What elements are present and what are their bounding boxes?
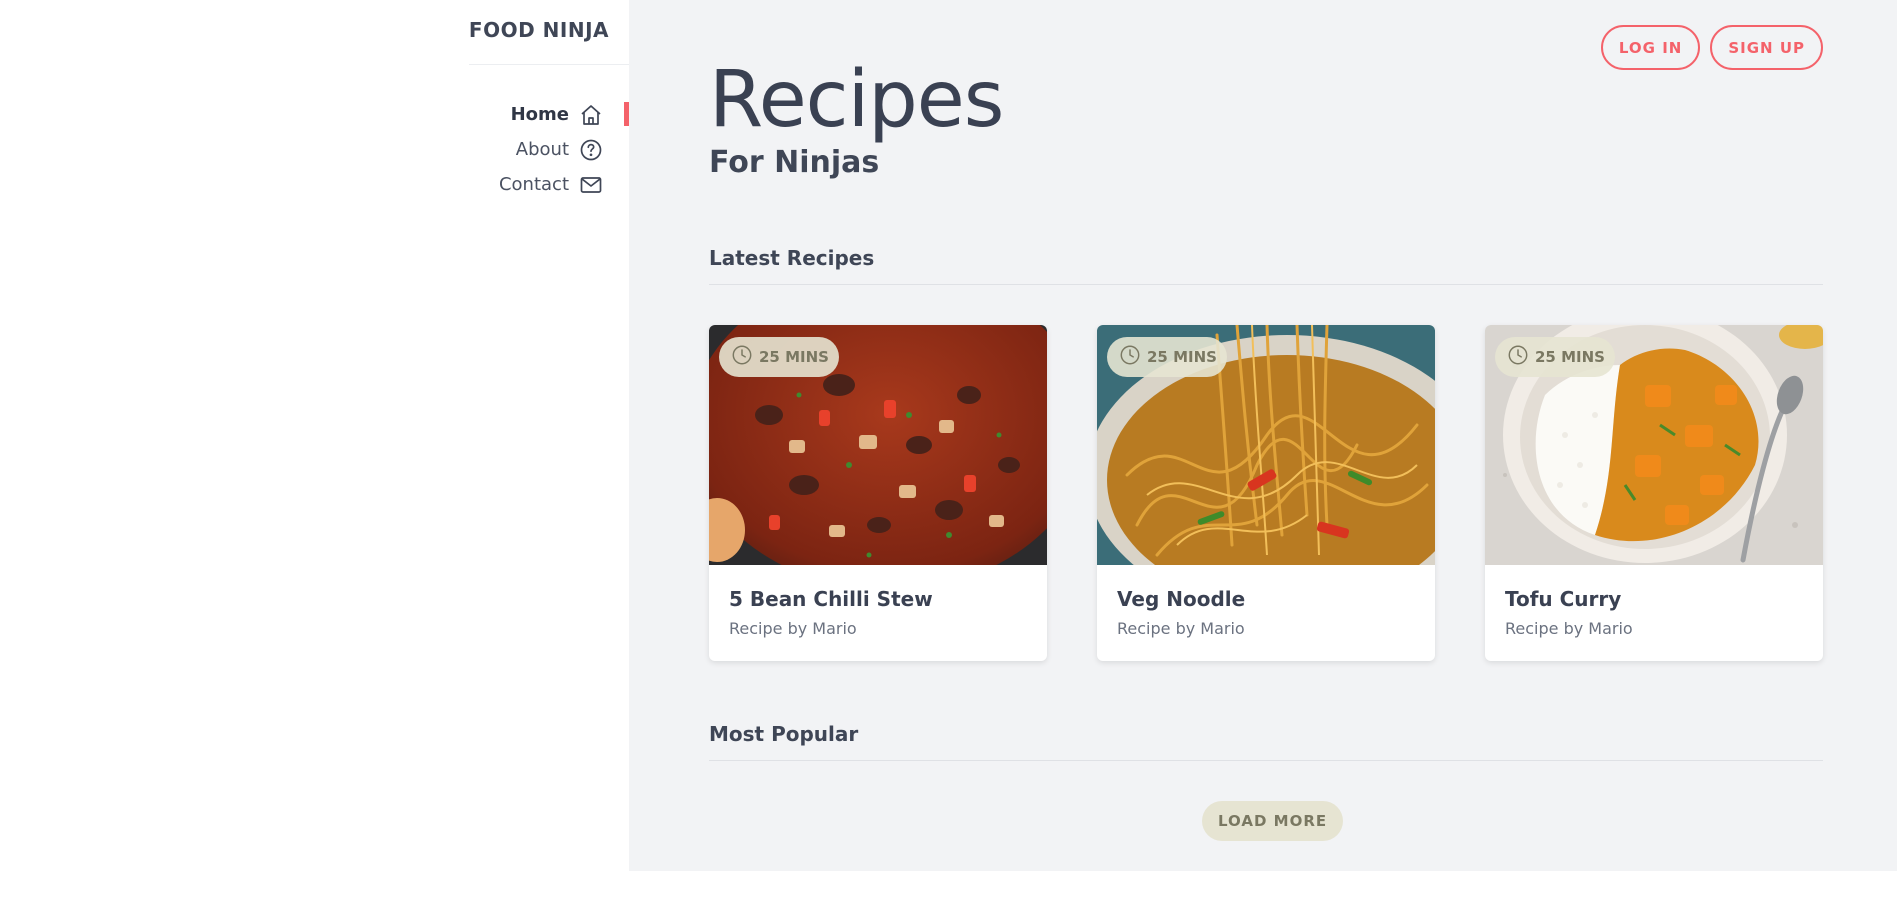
clock-icon [1507, 344, 1529, 370]
sidebar-item-label: Contact [498, 174, 569, 195]
recipe-cards: 25 MINS 5 Bean Chilli Stew Recipe by Mar… [709, 325, 1823, 661]
time-badge: 25 MINS [1107, 337, 1227, 377]
recipe-image-noodles: 25 MINS [1097, 325, 1435, 565]
section-divider [709, 284, 1823, 285]
help-circle-icon [579, 138, 603, 162]
mail-icon [579, 173, 603, 197]
auth-buttons: LOG IN SIGN UP [1600, 25, 1823, 70]
recipe-author: Recipe by Mario [1505, 619, 1633, 638]
recipe-author: Recipe by Mario [729, 619, 857, 638]
signup-button[interactable]: SIGN UP [1710, 25, 1823, 70]
recipe-image-stew: 25 MINS [709, 325, 1047, 565]
time-label: 25 MINS [759, 348, 829, 366]
page-title: Recipes [709, 55, 1004, 145]
sidebar-item-label: About [515, 139, 569, 160]
time-label: 25 MINS [1535, 348, 1605, 366]
brand-logo[interactable]: FOOD NINJA [469, 18, 609, 42]
time-badge: 25 MINS [1495, 337, 1615, 377]
load-more-button[interactable]: LOAD MORE [1202, 801, 1344, 841]
time-label: 25 MINS [1147, 348, 1217, 366]
sidebar: FOOD NINJA Home About Contact [0, 0, 629, 871]
sidebar-nav: Home About Contact [429, 97, 629, 202]
recipe-image-curry: 25 MINS [1485, 325, 1823, 565]
sidebar-item-contact[interactable]: Contact [429, 167, 629, 202]
recipe-title: Tofu Curry [1505, 587, 1622, 611]
login-button[interactable]: LOG IN [1600, 25, 1701, 70]
section-divider [709, 760, 1823, 761]
recipe-card[interactable]: 25 MINS Tofu Curry Recipe by Mario [1485, 325, 1823, 661]
section-title-latest: Latest Recipes [709, 246, 875, 270]
recipe-card[interactable]: 25 MINS 5 Bean Chilli Stew Recipe by Mar… [709, 325, 1047, 661]
divider [469, 64, 629, 65]
main-content: LOG IN SIGN UP Recipes For Ninjas Latest… [629, 0, 1897, 871]
section-title-popular: Most Popular [709, 722, 859, 746]
recipe-title: Veg Noodle [1117, 587, 1246, 611]
recipe-author: Recipe by Mario [1117, 619, 1245, 638]
sidebar-item-label: Home [510, 104, 569, 125]
sidebar-item-about[interactable]: About [429, 132, 629, 167]
recipe-card[interactable]: 25 MINS Veg Noodle Recipe by Mario [1097, 325, 1435, 661]
clock-icon [731, 344, 753, 370]
sidebar-item-home[interactable]: Home [429, 97, 629, 132]
clock-icon [1119, 344, 1141, 370]
page-subtitle: For Ninjas [709, 145, 880, 180]
time-badge: 25 MINS [719, 337, 839, 377]
home-icon [579, 103, 603, 127]
recipe-title: 5 Bean Chilli Stew [729, 587, 933, 611]
